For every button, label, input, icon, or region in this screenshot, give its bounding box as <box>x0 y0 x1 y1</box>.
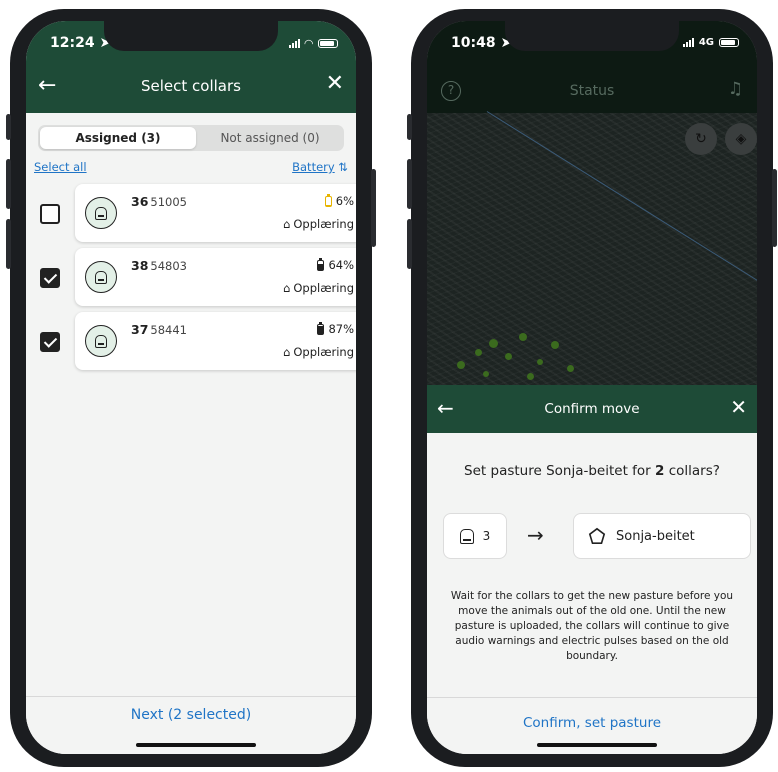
close-icon[interactable]: ✕ <box>326 71 344 96</box>
battery-level: 6% <box>335 194 354 208</box>
animal-marker <box>527 373 534 380</box>
collar-card-36[interactable]: 36 51005 6% ⌂ Opplæring <box>75 184 356 242</box>
mute-switch <box>407 114 412 140</box>
sort-battery-button[interactable]: Battery ⇅ <box>292 160 348 174</box>
signal-icon <box>288 39 300 48</box>
animal-marker <box>475 349 482 356</box>
confirm-set-pasture-button[interactable]: Confirm, set pasture <box>427 715 757 731</box>
collar-row-37: 37 58441 87% ⌂ Opplæring <box>26 312 356 374</box>
battery-icon <box>317 257 325 271</box>
collar-id: 58441 <box>150 323 187 337</box>
select-collars-screen: 12:24 ➤ ◠ ← Select collars ✕ Assigned (3… <box>26 21 356 754</box>
battery-status-icon <box>318 39 338 48</box>
pasture-name: Sonja-beitet <box>616 528 695 544</box>
volume-up-button <box>407 159 412 209</box>
volume-down-button <box>407 219 412 269</box>
collar-avatar-icon <box>85 325 117 357</box>
target-pasture-chip: Sonja-beitet <box>573 513 751 559</box>
sort-label: Battery <box>292 160 335 174</box>
tab-assigned[interactable]: Assigned (3) <box>40 127 196 149</box>
graduation-cap-icon: ⌂ <box>283 345 291 359</box>
battery-level: 64% <box>328 258 354 272</box>
pasture-pentagon-icon <box>588 527 606 545</box>
arrow-right-icon: → <box>527 523 544 547</box>
from-count: 3 <box>482 529 491 543</box>
confirm-question: Set pasture Sonja-beitet for 2 collars? <box>464 463 720 479</box>
collar-icon <box>459 528 474 544</box>
battery-icon <box>317 321 325 335</box>
animal-marker <box>567 365 574 372</box>
animal-marker <box>489 339 498 348</box>
collar-card-38[interactable]: 38 54803 64% ⌂ Opplæring <box>75 248 356 306</box>
battery-icon <box>324 193 332 207</box>
graduation-cap-icon: ⌂ <box>283 217 291 231</box>
confirm-move-screen: 10:48 ➤ 4G ? Status ♫ ↻ ◈ ← Confirm move… <box>427 21 757 754</box>
page-title: Select collars <box>141 77 241 95</box>
animal-marker <box>457 361 465 369</box>
sheet-header: ← Confirm move ✕ <box>427 385 757 433</box>
collar-id: 54803 <box>150 259 187 273</box>
notch <box>104 21 278 51</box>
battery-status-icon <box>719 38 739 47</box>
battery-level: 87% <box>328 322 354 336</box>
collar-avatar-icon <box>85 261 117 293</box>
collar-mode: Opplæring <box>293 217 354 231</box>
status-time: 10:48 ➤ <box>451 35 513 51</box>
layers-icon[interactable]: ◈ <box>725 123 757 155</box>
volume-up-button <box>6 159 11 209</box>
collar-id: 51005 <box>150 195 187 209</box>
volume-down-button <box>6 219 11 269</box>
animal-marker <box>519 333 527 341</box>
map-title: Status <box>569 83 615 99</box>
from-collars-chip: 3 <box>443 513 507 559</box>
graduation-cap-icon: ⌂ <box>283 281 291 295</box>
power-button <box>772 169 777 247</box>
refresh-icon[interactable]: ↻ <box>685 123 717 155</box>
collar-row-38: 38 54803 64% ⌂ Opplæring <box>26 248 356 310</box>
move-description: Wait for the collars to get the new past… <box>450 590 734 662</box>
home-indicator <box>136 743 256 747</box>
tab-not-assigned[interactable]: Not assigned (0) <box>198 127 342 149</box>
collar-mode: Opplæring <box>293 345 354 359</box>
animal-marker <box>537 359 543 365</box>
footer-divider <box>427 697 757 698</box>
sheet-title: Confirm move <box>544 401 640 417</box>
next-button[interactable]: Next (2 selected) <box>26 707 356 723</box>
assignment-tabs: Assigned (3) Not assigned (0) <box>38 125 344 151</box>
network-type: 4G <box>698 37 714 48</box>
collar-number: 37 <box>131 322 149 337</box>
map-view[interactable]: 10:48 ➤ 4G ? Status ♫ ↻ ◈ <box>427 21 757 401</box>
collar-row-36: 36 51005 6% ⌂ Opplæring <box>26 184 356 246</box>
bell-icon[interactable]: ♫ <box>728 79 743 99</box>
collar-number: 36 <box>131 194 149 209</box>
wifi-icon: ◠ <box>304 37 313 50</box>
collar-number: 38 <box>131 258 149 273</box>
animal-marker <box>551 341 559 349</box>
status-time: 12:24 ➤ <box>50 35 112 51</box>
confirm-move-sheet: ← Confirm move ✕ Set pasture Sonja-beite… <box>427 385 757 754</box>
collar-checkbox-38[interactable] <box>40 268 60 288</box>
animal-marker <box>483 371 489 377</box>
sort-icon: ⇅ <box>338 160 348 174</box>
close-icon[interactable]: ✕ <box>730 395 747 419</box>
collar-mode: Opplæring <box>293 281 354 295</box>
signal-icon <box>682 38 694 47</box>
power-button <box>371 169 376 247</box>
collar-checkbox-36[interactable] <box>40 204 60 224</box>
mute-switch <box>6 114 11 140</box>
collar-card-37[interactable]: 37 58441 87% ⌂ Opplæring <box>75 312 356 370</box>
home-indicator <box>537 743 657 747</box>
notch <box>505 21 679 51</box>
select-all-link[interactable]: Select all <box>34 160 87 174</box>
phone-left: 12:24 ➤ ◠ ← Select collars ✕ Assigned (3… <box>6 9 376 767</box>
collar-avatar-icon <box>85 197 117 229</box>
animal-marker <box>505 353 512 360</box>
collar-checkbox-37[interactable] <box>40 332 60 352</box>
phone-right: 10:48 ➤ 4G ? Status ♫ ↻ ◈ ← Confirm move… <box>407 9 777 767</box>
